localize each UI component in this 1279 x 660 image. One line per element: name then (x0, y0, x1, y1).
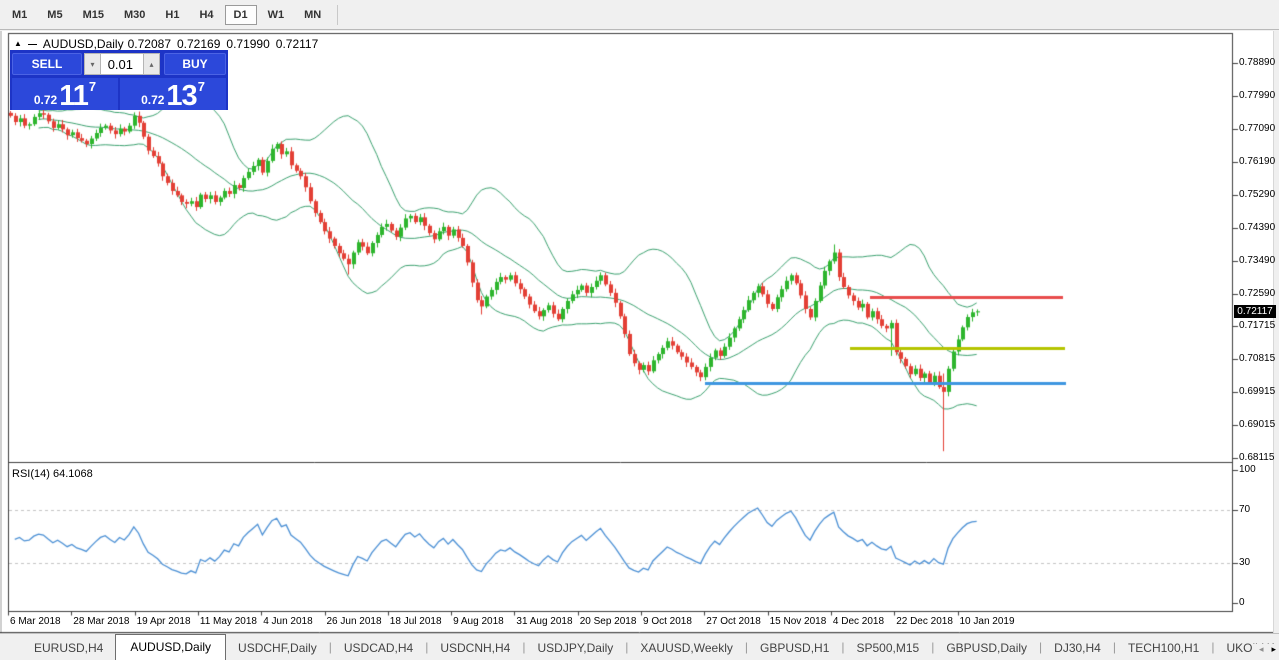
one-click-trade-panel: SELL ▾ 0.01 ▴ BUY 0.72 11 7 0.72 13 7 (10, 50, 228, 112)
tab-scroll-left-icon[interactable]: ◂ (1259, 644, 1264, 655)
rsi-axis-label: 0 (1239, 597, 1245, 608)
timeframe-button-M15[interactable]: M15 (74, 5, 113, 25)
tab-GBPUSD-H1[interactable]: GBPUSD,H1 (748, 637, 841, 660)
ask-pipette: 7 (197, 79, 205, 94)
ask-prefix: 0.72 (141, 93, 165, 107)
tab-DJ30-H4[interactable]: DJ30,H4 (1042, 637, 1113, 660)
tab-USDCAD-H4[interactable]: USDCAD,H4 (332, 637, 425, 660)
price-axis-label: 0.70815 (1239, 353, 1276, 365)
chart-title-row: ▲ AUDUSD,Daily 0.72087 0.72169 0.71990 0… (14, 37, 320, 51)
timeframe-buttons: M1 M5 M15 M30 H1 H4 D1 W1 MN (2, 4, 331, 25)
bid-prefix: 0.72 (33, 93, 58, 107)
tab-SP500-M15[interactable]: SP500,M15 (845, 637, 932, 660)
price-axis-label: 0.77090 (1239, 122, 1276, 134)
date-axis-label: 4 Jun 2018 (263, 616, 313, 627)
chart-shift-marker-icon: ▲ (14, 39, 22, 48)
window-right-edge (1273, 31, 1279, 633)
price-axis-label: 0.72590 (1239, 287, 1276, 299)
date-axis-label: 20 Sep 2018 (579, 616, 637, 627)
price-axis-label: 0.77990 (1239, 89, 1276, 101)
price-axis-label: 0.73490 (1239, 254, 1276, 266)
rsi-value: 64.1068 (52, 468, 93, 480)
chart-title: AUDUSD,Daily (42, 37, 124, 51)
date-axis-label: 9 Oct 2018 (643, 616, 692, 627)
rsi-axis-label: 30 (1239, 557, 1251, 569)
buy-button[interactable]: BUY (164, 53, 226, 75)
date-axis-label: 11 May 2018 (199, 616, 257, 627)
tab-AUDUSD-Daily[interactable]: AUDUSD,Daily (115, 634, 227, 660)
toolbar-separator (337, 4, 339, 25)
price-axis-label: 0.78890 (1239, 57, 1276, 68)
bid-main: 11 (59, 80, 89, 112)
tab-GBPUSD-Daily[interactable]: GBPUSD,Daily (934, 637, 1039, 660)
tab-scroll-arrows: ◂ ▸ (1252, 644, 1276, 655)
price-axis-label: 0.71715 (1239, 320, 1276, 332)
ask-price-box[interactable]: 0.72 13 7 (120, 78, 226, 112)
tab-TECH100-H1[interactable]: TECH100,H1 (1116, 637, 1211, 660)
price-axis-label: 0.69915 (1239, 386, 1276, 398)
chart-tab-bar: EURUSD,H4 AUDUSD,Daily USDCHF,Daily | USDCAD… (0, 633, 1279, 660)
price-axis-label: 0.74390 (1239, 221, 1276, 233)
date-axis-label: 6 Mar 2018 (10, 616, 61, 627)
timeframe-button-W1[interactable]: W1 (259, 5, 294, 25)
ask-main: 13 (166, 80, 197, 112)
price-axis-label: 0.68115 (1239, 452, 1275, 463)
date-axis-label: 27 Oct 2018 (706, 616, 761, 627)
tab-scroll-right-icon[interactable]: ▸ (1271, 644, 1276, 655)
ohlc-high: 0.72169 (177, 37, 221, 51)
timeframe-toolbar: M1 M5 M15 M30 H1 H4 D1 W1 MN (0, 0, 1279, 30)
date-axis-label: 18 Jul 2018 (389, 616, 442, 627)
date-axis-label: 15 Nov 2018 (769, 616, 827, 627)
bid-pipette: 7 (88, 79, 97, 94)
lot-decrement-button[interactable]: ▾ (84, 53, 101, 75)
date-axis-label: 19 Apr 2018 (136, 616, 191, 627)
ohlc-open: 0.72087 (127, 37, 171, 51)
sell-button[interactable]: SELL (12, 53, 82, 75)
price-axis-label: 0.75290 (1239, 188, 1276, 200)
timeframe-button-H1[interactable]: H1 (156, 5, 188, 25)
timeframe-button-M5[interactable]: M5 (38, 5, 71, 25)
timeframe-button-MN[interactable]: MN (295, 5, 330, 25)
timeframe-button-D1[interactable]: D1 (224, 4, 257, 25)
rsi-caption: RSI(14) 64.1068 (12, 468, 93, 480)
ohlc-close: 0.72117 (275, 37, 319, 51)
date-axis-label: 10 Jan 2019 (959, 616, 1015, 627)
rsi-label: RSI(14) (12, 468, 50, 480)
date-axis-label: 4 Dec 2018 (832, 616, 885, 627)
ohlc-low: 0.71990 (226, 37, 270, 51)
timeframe-button-H4[interactable]: H4 (190, 5, 222, 25)
tab-USDJPY-Daily[interactable]: USDJPY,Daily (525, 637, 625, 660)
chart-shift-line (27, 43, 37, 45)
lot-size-spinner: ▾ 0.01 ▴ (84, 53, 160, 75)
price-axis-label: 0.69015 (1239, 419, 1276, 431)
date-axis-label: 26 Jun 2018 (326, 616, 382, 627)
price-axis-label: 0.76190 (1239, 155, 1276, 167)
rsi-axis-label: 100 (1239, 464, 1256, 475)
lot-increment-button[interactable]: ▴ (143, 53, 160, 75)
current-price-tag: 0.72117 (1234, 304, 1276, 318)
date-axis-label: 28 Mar 2018 (73, 616, 130, 627)
tab-XAUUSD-Weekly[interactable]: XAUUSD,Weekly (628, 637, 744, 660)
date-axis-label: 22 Dec 2018 (896, 616, 953, 627)
date-axis-label: 9 Aug 2018 (453, 616, 504, 627)
timeframe-button-M30[interactable]: M30 (115, 5, 154, 25)
date-axis-label: 31 Aug 2018 (516, 616, 573, 627)
timeframe-button-M1[interactable]: M1 (3, 5, 36, 25)
lot-size-field[interactable]: 0.01 (101, 53, 143, 75)
tab-EURUSD-H4[interactable]: EURUSD,H4 (22, 637, 115, 660)
bid-price-box[interactable]: 0.72 11 7 (12, 78, 118, 112)
tab-USDCHF-Daily[interactable]: USDCHF,Daily (226, 637, 329, 660)
chart-tabs: EURUSD,H4 AUDUSD,Daily USDCHF,Daily | USDCAD… (22, 634, 1279, 660)
rsi-axis-label: 70 (1239, 503, 1251, 515)
tab-USDCNH-H4[interactable]: USDCNH,H4 (428, 637, 522, 660)
